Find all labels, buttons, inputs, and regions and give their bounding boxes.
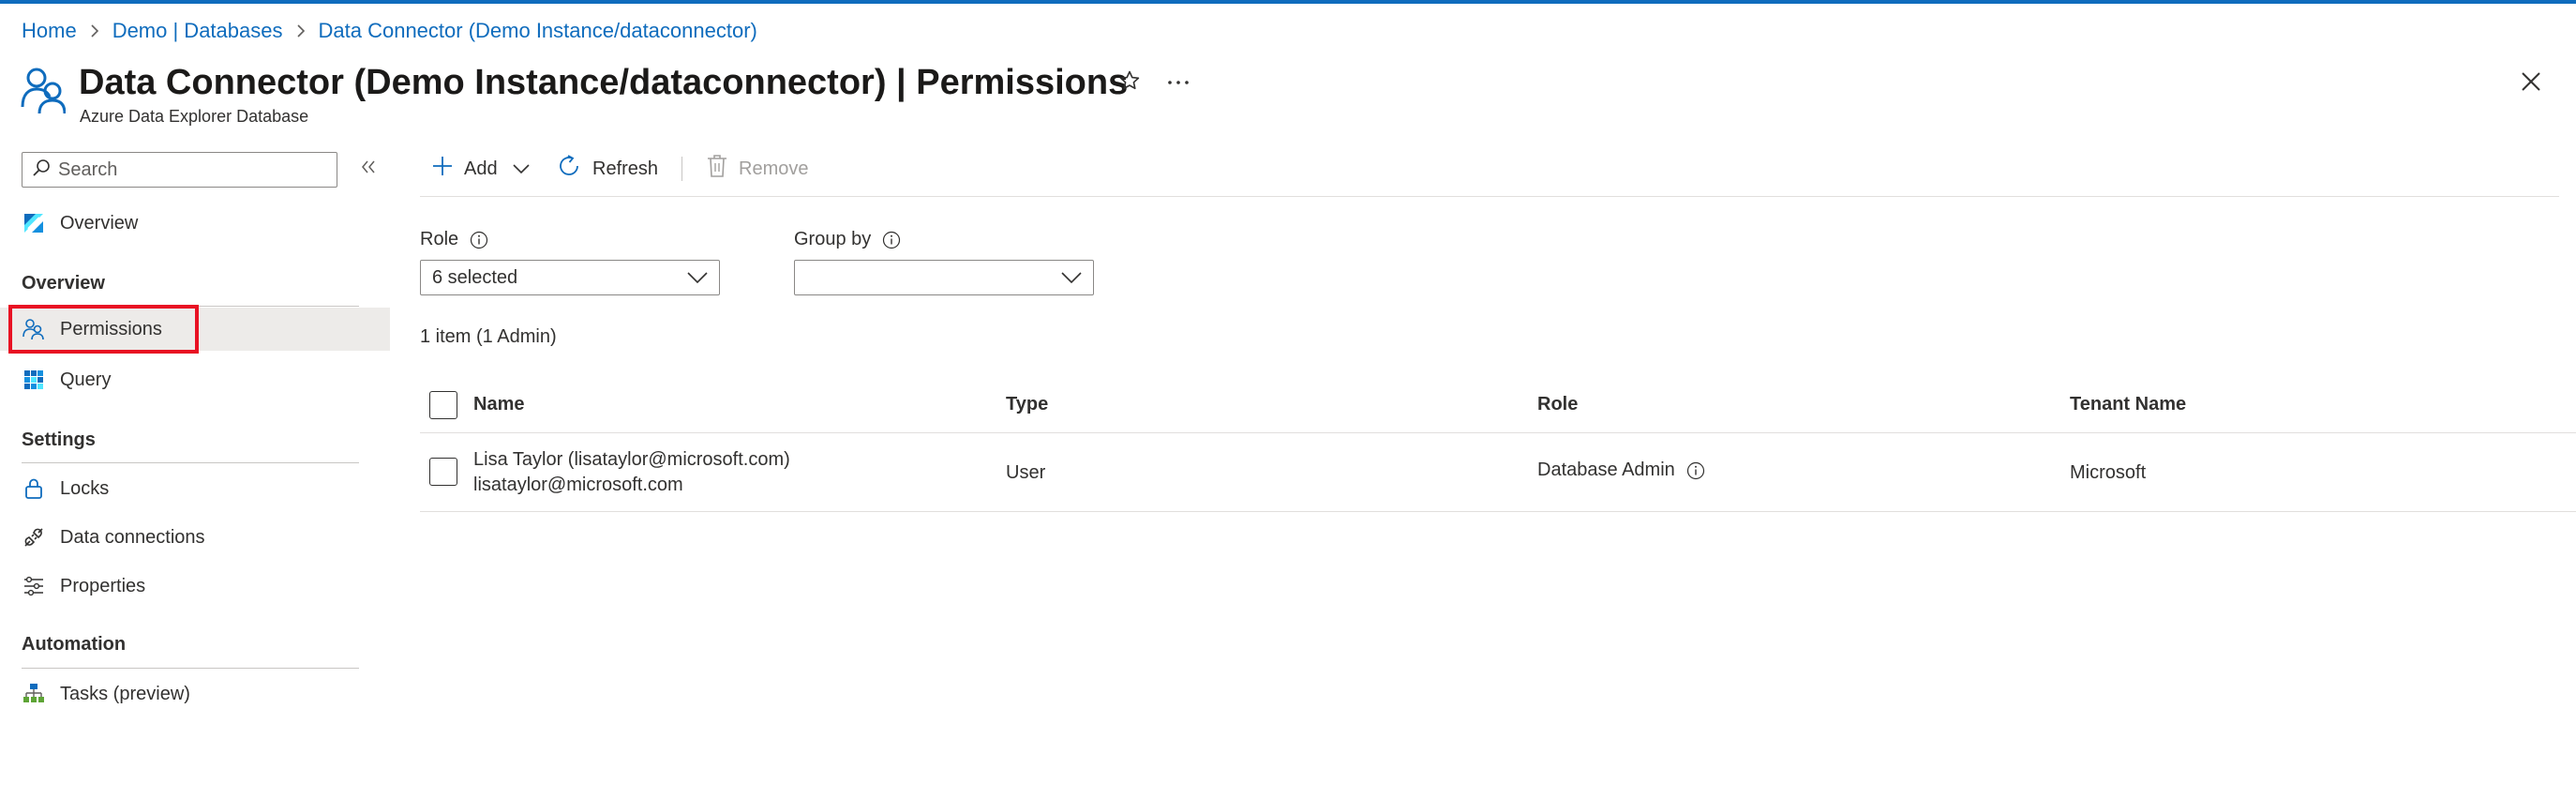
add-button[interactable]: Add (432, 152, 530, 186)
ellipsis-icon (1167, 74, 1190, 91)
more-options-button[interactable] (1164, 68, 1192, 97)
sidebar-item-data-connections[interactable]: Data connections (0, 516, 390, 559)
toolbar-divider-line (420, 196, 2559, 197)
remove-button[interactable]: Remove (707, 152, 808, 186)
plus-icon (432, 156, 453, 182)
toolbar-divider (681, 157, 682, 181)
column-header-role[interactable]: Role (1537, 394, 1578, 415)
sidebar-item-tasks[interactable]: Tasks (preview) (0, 672, 390, 716)
star-icon (1118, 69, 1141, 97)
sidebar-section-settings: Settings (22, 430, 96, 450)
page-subtitle: Azure Data Explorer Database (80, 107, 309, 126)
group-by-filter-label: Group by (794, 229, 901, 250)
sidebar-section-automation: Automation (22, 634, 127, 655)
collapse-sidebar-button[interactable] (357, 158, 380, 180)
refresh-button-label: Refresh (592, 158, 659, 179)
trash-icon (707, 154, 727, 184)
info-icon[interactable] (1686, 461, 1705, 480)
sidebar-item-label: Permissions (60, 318, 162, 339)
user-display-name: Lisa Taylor (lisataylor@microsoft.com) (473, 449, 790, 470)
add-button-label: Add (464, 158, 498, 179)
sidebar-item-query[interactable]: Query (0, 358, 390, 401)
chevron-right-icon (90, 23, 99, 38)
user-type: User (1006, 462, 1046, 483)
chevron-down-icon (687, 269, 708, 292)
sidebar-section-overview: Overview (22, 273, 105, 294)
role-dropdown[interactable]: 6 selected (420, 260, 720, 295)
sidebar-item-label: Data connections (60, 526, 205, 548)
data-explorer-icon (22, 212, 45, 234)
close-button[interactable] (2515, 68, 2547, 99)
sidebar-item-permissions[interactable]: Permissions (0, 308, 390, 351)
sliders-icon (22, 575, 45, 597)
group-by-dropdown[interactable] (794, 260, 1094, 295)
breadcrumb-current[interactable]: Data Connector (Demo Instance/dataconnec… (319, 19, 757, 43)
sidebar-item-label: Properties (60, 575, 146, 596)
select-all-checkbox[interactable] (429, 391, 457, 419)
sidebar-item-label: Tasks (preview) (60, 683, 190, 704)
section-divider (22, 462, 359, 463)
users-icon (22, 318, 45, 340)
refresh-button[interactable]: Refresh (557, 152, 658, 186)
remove-button-label: Remove (739, 158, 809, 179)
double-chevron-left-icon (360, 159, 377, 179)
user-email: lisataylor@microsoft.com (473, 475, 683, 495)
section-divider (22, 306, 359, 307)
role-filter-label: Role (420, 229, 488, 250)
sidebar-item-properties[interactable]: Properties (0, 565, 390, 608)
lock-icon (22, 477, 45, 500)
search-icon (32, 158, 51, 182)
top-accent-bar (0, 0, 2576, 4)
user-role-text: Database Admin (1537, 460, 1675, 480)
group-by-label-text: Group by (794, 229, 872, 249)
breadcrumb: Home Demo | Databases Data Connector (De… (22, 19, 757, 43)
sidebar-item-overview[interactable]: Overview (0, 202, 390, 245)
close-icon (2521, 71, 2541, 97)
user-tenant: Microsoft (2070, 462, 2147, 483)
user-role: Database Admin (1537, 460, 1705, 481)
plug-icon (22, 526, 45, 549)
sidebar-item-label: Locks (60, 477, 110, 499)
section-divider (22, 668, 359, 669)
breadcrumb-databases[interactable]: Demo | Databases (112, 19, 283, 43)
hierarchy-icon (22, 683, 45, 705)
info-icon[interactable] (470, 231, 488, 249)
row-checkbox[interactable] (429, 458, 457, 486)
page-title: Data Connector (Demo Instance/dataconnec… (79, 63, 1129, 102)
sidebar-search[interactable] (22, 152, 337, 188)
search-input[interactable] (58, 158, 321, 181)
item-count: 1 item (1 Admin) (420, 326, 557, 347)
column-header-name[interactable]: Name (473, 394, 524, 415)
query-grid-icon (22, 369, 45, 391)
sidebar-item-label: Overview (60, 212, 139, 234)
column-header-tenant[interactable]: Tenant Name (2070, 394, 2186, 415)
sidebar-item-label: Query (60, 369, 112, 390)
table-row-divider (420, 511, 2576, 512)
chevron-right-icon (296, 23, 306, 38)
table-header-divider (420, 432, 2576, 433)
favorite-button[interactable] (1116, 68, 1144, 97)
role-dropdown-value: 6 selected (432, 266, 518, 288)
column-header-type[interactable]: Type (1006, 394, 1048, 415)
breadcrumb-home[interactable]: Home (22, 19, 77, 43)
info-icon[interactable] (882, 231, 901, 249)
users-icon (21, 66, 67, 114)
chevron-down-icon (513, 163, 530, 174)
sidebar-item-locks[interactable]: Locks (0, 467, 390, 510)
chevron-down-icon (1061, 269, 1082, 292)
role-label-text: Role (420, 229, 459, 249)
refresh-icon (557, 154, 581, 184)
